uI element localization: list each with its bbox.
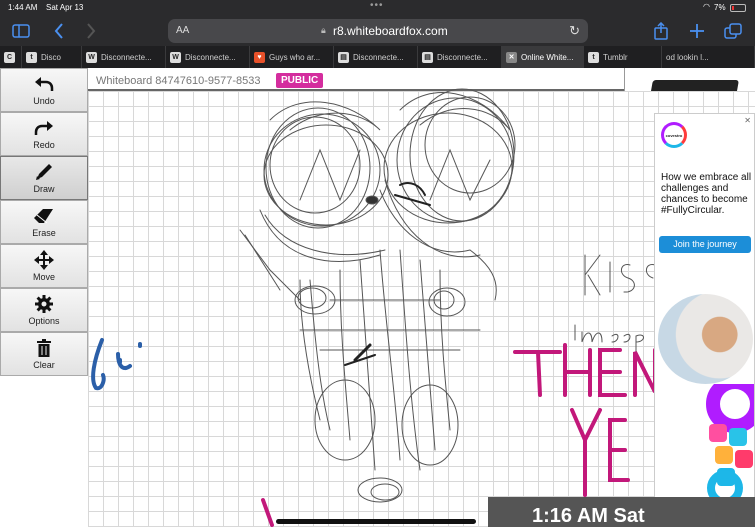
draw-button[interactable]: Draw bbox=[0, 156, 88, 200]
tab-favicon: W bbox=[170, 51, 181, 63]
trash-icon bbox=[32, 338, 56, 358]
pencil-icon bbox=[32, 162, 56, 182]
tab-bar: C t Disco W Disconnecte... W Disconnecte...… bbox=[0, 46, 755, 68]
eraser-icon bbox=[32, 206, 56, 226]
ad-headline: How we embrace all challenges and chance… bbox=[661, 172, 752, 216]
clock-overlay: 1:16 AM Sat bbox=[488, 497, 755, 527]
back-icon[interactable] bbox=[48, 21, 70, 41]
move-button[interactable]: Move bbox=[0, 244, 88, 288]
tab-label: Disco bbox=[41, 52, 62, 62]
tab-label: Tumblr bbox=[603, 52, 628, 62]
new-tab-icon[interactable] bbox=[686, 21, 708, 41]
options-label: Options bbox=[28, 316, 60, 326]
redo-button[interactable]: Redo bbox=[0, 112, 88, 156]
browser-toolbar: AA 🔒︎ r8.whiteboardfox.com ↻ bbox=[0, 16, 755, 46]
tab-label: Disconnecte... bbox=[437, 52, 488, 62]
screen: 1:44 AM Sat Apr 13 ••• ◠ 7% AA 🔒︎ r8.whi… bbox=[0, 0, 755, 527]
ad-cta-button[interactable]: Join the journey bbox=[659, 236, 751, 253]
draw-label: Draw bbox=[33, 184, 55, 194]
tab-3[interactable]: W Disconnecte... bbox=[166, 46, 250, 68]
undo-icon bbox=[32, 74, 56, 94]
tab-0[interactable]: C bbox=[0, 46, 22, 68]
sidebar-toggle-icon[interactable] bbox=[10, 21, 32, 41]
ad-brand: covestro bbox=[665, 132, 683, 138]
tab-label: Disconnecte... bbox=[185, 52, 236, 62]
redo-icon bbox=[32, 118, 56, 138]
home-indicator[interactable] bbox=[276, 519, 476, 524]
whiteboard-id: Whiteboard 84747610-9577-8533 bbox=[96, 75, 261, 87]
tab-4[interactable]: ♥ Guys who ar... bbox=[250, 46, 334, 68]
redo-label: Redo bbox=[33, 140, 55, 150]
gear-icon bbox=[32, 294, 56, 314]
covestro-logo: covestro bbox=[661, 122, 687, 148]
url-text[interactable]: r8.whiteboardfox.com bbox=[333, 24, 448, 38]
tool-sidebar: Undo Redo Draw Erase Move Options Clear bbox=[0, 68, 88, 378]
tab-favicon: ▤ bbox=[338, 51, 349, 63]
move-arrows-icon bbox=[32, 250, 56, 270]
tab-favicon: t bbox=[26, 51, 37, 63]
public-badge: PUBLIC bbox=[276, 73, 324, 88]
tab-label: Disconnecte... bbox=[101, 52, 152, 62]
battery-percent: 7% bbox=[714, 3, 726, 12]
tab-1[interactable]: t Disco bbox=[22, 46, 82, 68]
ad-shapes-graphic bbox=[706, 384, 754, 504]
tab-6[interactable]: ▤ Disconnecte... bbox=[418, 46, 502, 68]
erase-button[interactable]: Erase bbox=[0, 200, 88, 244]
clear-label: Clear bbox=[33, 360, 55, 370]
tab-label: Guys who ar... bbox=[269, 52, 321, 62]
move-label: Move bbox=[32, 272, 55, 282]
undo-button[interactable]: Undo bbox=[0, 68, 88, 112]
lock-icon: 🔒︎ bbox=[321, 25, 326, 35]
tab-2[interactable]: W Disconnecte... bbox=[82, 46, 166, 68]
reader-options-button[interactable]: AA bbox=[176, 25, 189, 36]
tab-favicon: C bbox=[4, 51, 15, 63]
options-button[interactable]: Options bbox=[0, 288, 88, 332]
tab-favicon: ♥ bbox=[254, 51, 265, 63]
tab-label: od lookin l... bbox=[666, 52, 709, 62]
ad-close-icon[interactable]: ✕ bbox=[744, 116, 751, 125]
erase-label: Erase bbox=[32, 228, 56, 238]
tab-favicon: t bbox=[588, 51, 599, 63]
address-bar[interactable]: AA 🔒︎ r8.whiteboardfox.com ↻ bbox=[168, 19, 588, 43]
advertisement[interactable]: covestro ✕ How we embrace all challenges… bbox=[654, 113, 755, 506]
status-time: 1:44 AM bbox=[8, 3, 38, 12]
tab-8[interactable]: t Tumblr bbox=[584, 46, 662, 68]
tab-favicon: ▤ bbox=[422, 51, 433, 63]
multitask-dots-icon[interactable]: ••• bbox=[370, 0, 384, 11]
tab-9[interactable]: od lookin l... bbox=[662, 46, 755, 68]
tab-label: Disconnecte... bbox=[353, 52, 404, 62]
forward-icon[interactable] bbox=[80, 21, 102, 41]
wifi-icon: ◠ bbox=[703, 2, 710, 11]
tab-favicon: W bbox=[86, 51, 97, 63]
share-icon[interactable] bbox=[650, 21, 672, 41]
tab-5[interactable]: ▤ Disconnecte... bbox=[334, 46, 418, 68]
reload-icon[interactable]: ↻ bbox=[569, 23, 580, 39]
tab-7[interactable]: ✕ Online White... bbox=[502, 46, 584, 68]
undo-label: Undo bbox=[33, 96, 55, 106]
status-bar: 1:44 AM Sat Apr 13 ••• ◠ 7% bbox=[0, 0, 755, 16]
battery-icon bbox=[730, 4, 746, 12]
status-date: Sat Apr 13 bbox=[46, 3, 84, 12]
tab-close-icon[interactable]: ✕ bbox=[506, 51, 517, 63]
tab-label: Online White... bbox=[521, 52, 574, 62]
ad-photo bbox=[658, 294, 753, 384]
tabs-overview-icon[interactable] bbox=[722, 21, 744, 41]
clear-button[interactable]: Clear bbox=[0, 332, 88, 376]
board-header: Whiteboard 84747610-9577-8533 PUBLIC bbox=[88, 68, 624, 91]
